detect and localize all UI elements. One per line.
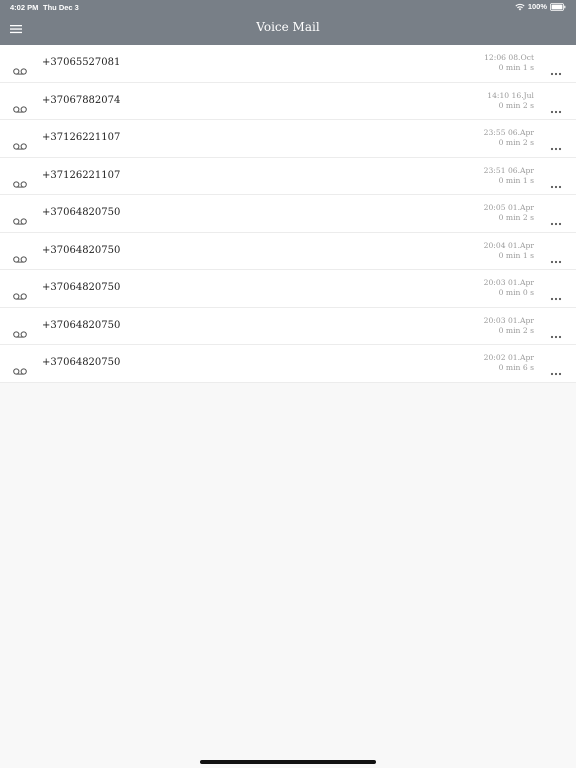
voicemail-icon	[13, 360, 27, 375]
voicemail-icon	[13, 135, 27, 150]
voicemail-row[interactable]: +37067882074 14:10 16.Jul 0 min 2 s	[0, 83, 576, 120]
caller-number: +37065527081	[42, 57, 121, 68]
caller-number: +37064820750	[42, 319, 121, 331]
voicemail-meta: 14:10 16.Jul 0 min 2 s	[487, 91, 534, 111]
voicemail-meta: 20:03 01.Apr 0 min 0 s	[484, 278, 534, 298]
voicemail-datetime: 20:02 01.Apr	[483, 353, 534, 362]
voicemail-row[interactable]: +37064820750 20:05 01.Apr 0 min 2 s	[0, 195, 576, 233]
voicemail-meta: 12:06 08.Oct 0 min 1 s	[484, 53, 534, 73]
caller-number: +37126221107	[42, 169, 121, 181]
voicemail-datetime: 14:10 16.Jul	[487, 90, 534, 100]
status-date: Thu Dec 3	[43, 3, 79, 12]
caller-number: +37067882074	[42, 94, 121, 106]
voicemail-datetime: 12:06 08.Oct	[484, 53, 534, 62]
voicemail-duration: 0 min 1 s	[498, 175, 534, 185]
voicemail-row[interactable]: +37126221107 23:51 06.Apr 0 min 1 s	[0, 158, 576, 195]
caller-number: +37064820750	[42, 357, 121, 368]
status-bar: 4:02 PM Thu Dec 3 100%	[0, 0, 576, 14]
caller-number: +37064820750	[42, 207, 121, 218]
status-time: 4:02 PM	[10, 3, 39, 12]
voicemail-meta: 20:04 01.Apr 0 min 1 s	[484, 241, 534, 261]
more-options-icon[interactable]	[550, 249, 562, 263]
voicemail-meta: 23:51 06.Apr 0 min 1 s	[484, 166, 534, 186]
more-options-icon[interactable]	[550, 136, 562, 151]
app-header: 4:02 PM Thu Dec 3 100% Voice Mail	[0, 0, 576, 45]
voicemail-meta: 20:03 01.Apr 0 min 2 s	[484, 316, 534, 336]
voicemail-duration: 0 min 2 s	[498, 325, 534, 335]
voicemail-meta: 23:55 06.Apr 0 min 2 s	[484, 128, 534, 148]
voicemail-datetime: 20:03 01.Apr	[483, 278, 534, 287]
voicemail-datetime: 23:51 06.Apr	[483, 165, 534, 175]
voicemail-icon	[13, 60, 27, 75]
page-title: Voice Mail	[256, 20, 320, 34]
voicemail-list: +37065527081 12:06 08.Oct 0 min 1 s +370678…	[0, 45, 576, 383]
voicemail-datetime: 23:55 06.Apr	[483, 128, 534, 137]
voicemail-icon	[13, 173, 27, 188]
voicemail-row[interactable]: +37065527081 12:06 08.Oct 0 min 1 s	[0, 45, 576, 83]
voicemail-icon	[13, 248, 27, 263]
voicemail-datetime: 20:05 01.Apr	[483, 203, 534, 212]
voicemail-icon	[13, 98, 27, 113]
more-options-icon[interactable]	[550, 324, 562, 338]
home-indicator	[200, 760, 376, 764]
voicemail-icon	[13, 210, 27, 225]
voicemail-duration: 0 min 1 s	[498, 63, 534, 72]
voicemail-datetime: 20:04 01.Apr	[483, 240, 534, 250]
battery-icon	[550, 2, 566, 11]
more-options-icon[interactable]	[550, 211, 562, 226]
voicemail-row[interactable]: +37126221107 23:55 06.Apr 0 min 2 s	[0, 120, 576, 158]
voicemail-datetime: 20:03 01.Apr	[483, 315, 534, 325]
wifi-icon	[515, 3, 525, 10]
more-options-icon[interactable]	[550, 99, 562, 113]
more-options-icon[interactable]	[550, 174, 562, 188]
voicemail-duration: 0 min 6 s	[498, 363, 534, 372]
caller-number: +37064820750	[42, 282, 121, 293]
voicemail-duration: 0 min 2 s	[498, 213, 534, 222]
voicemail-row[interactable]: +37064820750 20:02 01.Apr 0 min 6 s	[0, 345, 576, 383]
more-options-icon[interactable]	[550, 361, 562, 376]
voicemail-row[interactable]: +37064820750 20:04 01.Apr 0 min 1 s	[0, 233, 576, 270]
voicemail-meta: 20:02 01.Apr 0 min 6 s	[484, 353, 534, 373]
caller-number: +37126221107	[42, 132, 121, 143]
more-options-icon[interactable]	[550, 61, 562, 76]
voicemail-duration: 0 min 0 s	[498, 288, 534, 297]
voicemail-duration: 0 min 2 s	[498, 100, 534, 110]
voicemail-duration: 0 min 1 s	[498, 250, 534, 260]
voicemail-row[interactable]: +37064820750 20:03 01.Apr 0 min 2 s	[0, 308, 576, 345]
voicemail-duration: 0 min 2 s	[498, 138, 534, 147]
status-indicators: 100%	[515, 2, 566, 11]
voicemail-icon	[13, 285, 27, 300]
battery-percent: 100%	[527, 2, 547, 11]
voicemail-meta: 20:05 01.Apr 0 min 2 s	[484, 203, 534, 223]
voicemail-row[interactable]: +37064820750 20:03 01.Apr 0 min 0 s	[0, 270, 576, 308]
caller-number: +37064820750	[42, 244, 121, 256]
more-options-icon[interactable]	[550, 286, 562, 301]
voicemail-icon	[13, 323, 27, 338]
